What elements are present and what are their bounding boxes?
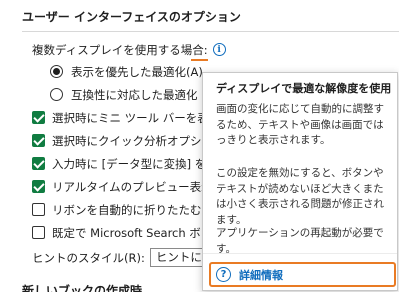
checkbox[interactable] [32,111,45,124]
checkbox-label: リボンを自動的に折りたたむ(N) [52,202,220,217]
learn-more-link[interactable]: ? 詳細情報 [209,262,396,287]
checkbox[interactable] [32,226,45,239]
next-section-header: 新しいブックの作成時 [22,284,143,292]
info-icon[interactable]: i [212,43,226,56]
tooltip-description: 画面の変化に応じて自動的に調整するため、テキストや画像は画面ではっきりと表示され… [216,103,384,146]
checkbox-collapse-ribbon[interactable]: リボンを自動的に折りたたむ(N) [32,200,219,219]
checkbox-convert-datatype[interactable]: 入力時に [データ型に変換] を表 [32,154,218,173]
tooltip-detail: この設定を無効にすると、ボタンやテキストが読めないほど大きくまたは小さく表示され… [216,167,384,226]
checkbox-label: 選択時にミニ ツール バーを表示 [52,110,221,125]
info-focus-underline [191,59,208,61]
checkbox[interactable] [32,180,45,193]
checkbox-label: 入力時に [データ型に変換] を表 [52,156,218,171]
checkbox-label: 既定で Microsoft Search ボ [52,225,201,240]
section-divider [22,31,399,32]
checkbox-microsoft-search[interactable]: 既定で Microsoft Search ボ [32,223,201,242]
radio-label: 互換性に対応した最適化 ( [71,87,206,102]
checkbox[interactable] [32,134,45,147]
tooltip-title: ディスプレイで最適な解像度を使用 [216,82,392,95]
multi-display-row: 複数ディスプレイを使用する場合: i [32,40,226,59]
radio-label: 表示を優先した最適化(A) [71,64,203,79]
radio-optimize-compat[interactable]: 互換性に対応した最適化 ( [50,85,206,104]
radio-indicator[interactable] [50,88,63,101]
radio-indicator[interactable] [50,65,63,78]
help-circle-icon: ? [216,267,231,282]
learn-more-label[interactable]: 詳細情報 [239,267,283,283]
checkbox[interactable] [32,203,45,216]
radio-optimize-display[interactable]: 表示を優先した最適化(A) [50,62,203,81]
tooltip-panel: ディスプレイで最適な解像度を使用 画面の変化に応じて自動的に調整するため、テキス… [202,72,398,291]
section-header: ユーザー インターフェイスのオプション [22,10,241,24]
hint-style-label: ヒントのスタイル(R): [32,250,145,265]
multi-display-label: 複数ディスプレイを使用する場合: [32,42,208,57]
checkbox[interactable] [32,157,45,170]
checkbox-mini-toolbar[interactable]: 選択時にミニ ツール バーを表示 [32,108,220,127]
tooltip-divider [203,253,397,254]
